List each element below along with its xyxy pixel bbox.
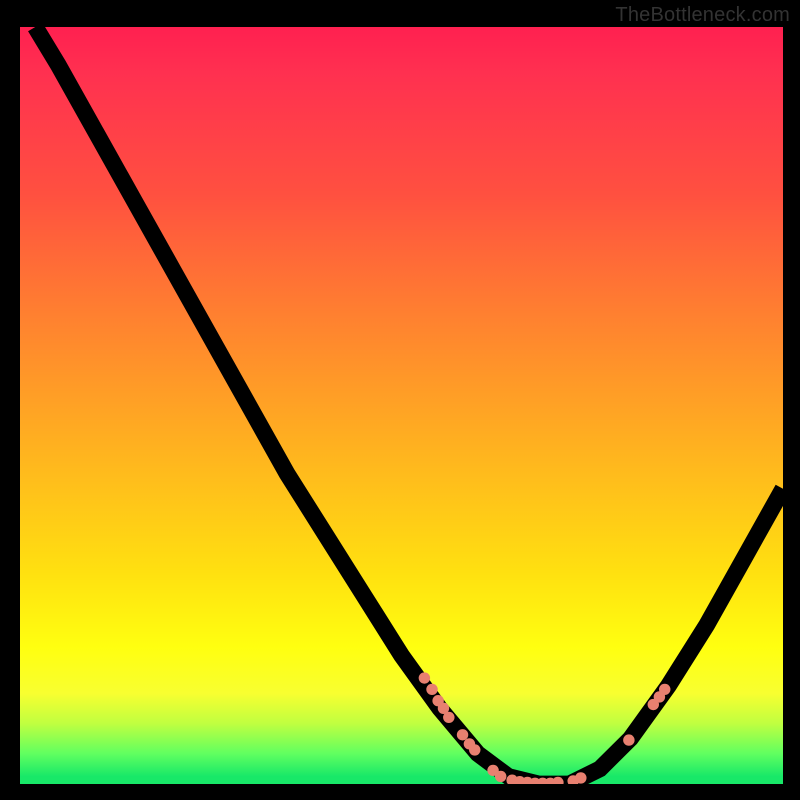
data-point (457, 729, 468, 740)
watermark-label: TheBottleneck.com (615, 4, 790, 27)
data-point (469, 744, 480, 755)
data-point (659, 684, 670, 695)
data-point (495, 771, 506, 782)
data-point (575, 772, 586, 783)
chart-svg (20, 27, 783, 784)
data-point (623, 734, 634, 745)
bottleneck-curve (35, 27, 783, 784)
chart-plot-area (20, 27, 783, 784)
data-point (443, 712, 454, 723)
data-point (426, 684, 437, 695)
data-point (419, 672, 430, 683)
